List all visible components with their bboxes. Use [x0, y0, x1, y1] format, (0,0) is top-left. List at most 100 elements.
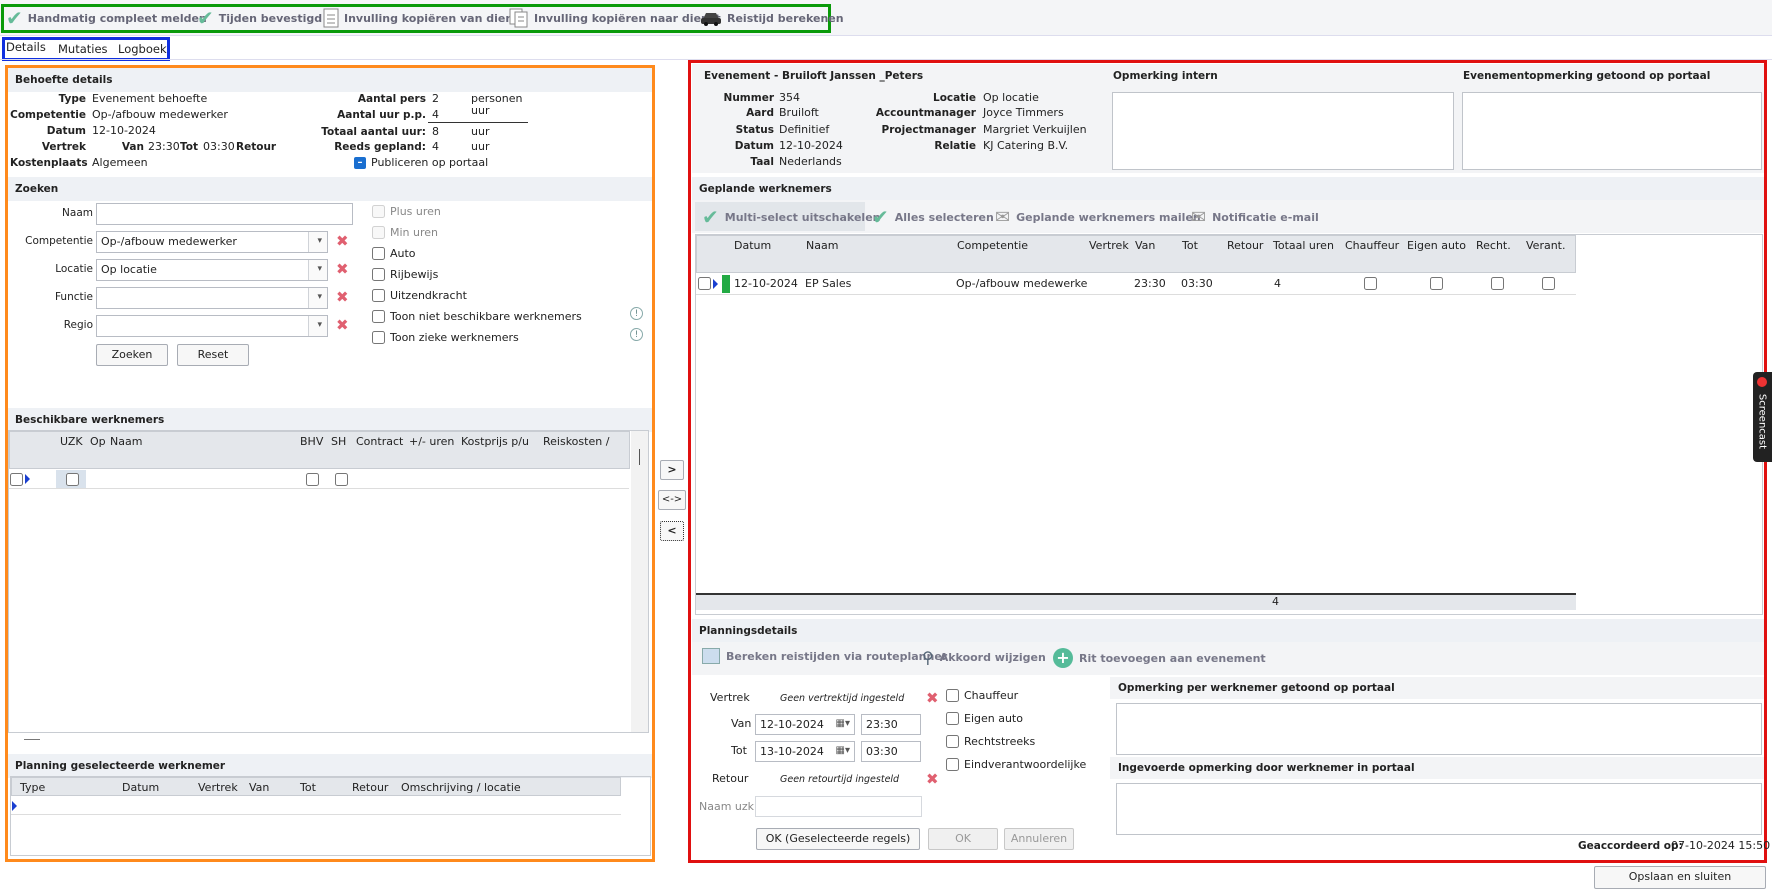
col-retour[interactable]: Retour [352, 781, 388, 794]
checkbox[interactable] [946, 758, 959, 771]
pd-eigen-auto-checkbox[interactable]: Eigen auto [946, 712, 1023, 725]
rijbewijs-checkbox[interactable]: Rijbewijs [372, 268, 438, 281]
scroll-thumb[interactable] [639, 449, 640, 465]
col-tot[interactable]: Tot [1182, 239, 1198, 252]
clear-regio-icon[interactable]: ✖ [336, 316, 349, 334]
save-close-button[interactable]: Opslaan en sluiten [1594, 866, 1766, 889]
copy-from-button[interactable]: Invulling kopiëren van dienst [323, 6, 525, 30]
col-kostprijs[interactable]: Kostprijs p/u [461, 435, 529, 448]
table-row[interactable]: 12-10-2024 EP Sales Op-/afbouw medewerke… [696, 273, 1576, 295]
locatie-select[interactable]: Op locatie ▾ [96, 259, 328, 281]
mail-planned-button[interactable]: ✉ Geplande werknemers mailen [995, 207, 1201, 228]
niet-beschikbaar-checkbox[interactable]: Toon niet beschikbare werknemers [372, 310, 582, 323]
tab-logboek[interactable]: Logboek [118, 42, 167, 56]
opm-per-werknemer-textarea[interactable] [1116, 703, 1762, 755]
col-datum[interactable]: Datum [122, 781, 159, 794]
col-type[interactable]: Type [20, 781, 45, 794]
routeplanner-button[interactable]: Bereken reistijden via routeplanner [702, 648, 947, 664]
checkbox[interactable] [946, 712, 959, 725]
reset-button[interactable]: Reset [177, 344, 249, 366]
checkbox[interactable] [372, 226, 385, 239]
publish-checkbox[interactable]: – Publiceren op portaal [354, 156, 488, 169]
pd-chauffeur-checkbox[interactable]: Chauffeur [946, 689, 1018, 702]
col-bhv[interactable]: BHV [300, 435, 323, 448]
ok-selected-button[interactable]: OK (Geselecteerde regels) [756, 828, 920, 850]
move-right-button[interactable]: > [660, 460, 684, 480]
col-eigen-auto[interactable]: Eigen auto [1407, 239, 1466, 252]
regio-select[interactable]: ▾ [96, 315, 328, 337]
col-uzk[interactable]: UZK [60, 435, 83, 448]
eigen-auto-checkbox[interactable] [1430, 277, 1443, 290]
screencast-side-tab[interactable]: Screencast [1753, 372, 1772, 462]
col-omschrijving[interactable]: Omschrijving / locatie [401, 781, 521, 794]
pd-rechtstreeks-checkbox[interactable]: Rechtstreeks [946, 735, 1035, 748]
rit-toevoegen-button[interactable]: + Rit toevoegen aan evenement [1053, 648, 1266, 668]
row-checkbox[interactable] [10, 473, 23, 486]
col-plusmin[interactable]: +/- uren [409, 435, 454, 448]
col-vertrek[interactable]: Vertrek [198, 781, 238, 794]
col-sh[interactable]: SH [331, 435, 346, 448]
clear-functie-icon[interactable]: ✖ [336, 288, 349, 306]
comp-select[interactable]: Op-/afbouw medewerker ▾ [96, 231, 328, 253]
calendar-icon[interactable]: ▦▾ [836, 718, 850, 729]
clear-locatie-icon[interactable]: ✖ [336, 260, 349, 278]
plus-uren-checkbox[interactable]: Plus uren [372, 205, 441, 218]
recht-checkbox[interactable] [1491, 277, 1504, 290]
uzk-checkbox[interactable] [66, 473, 79, 486]
zoeken-button[interactable]: Zoeken [96, 344, 168, 366]
col-van[interactable]: Van [249, 781, 269, 794]
checkbox[interactable] [372, 310, 385, 323]
calc-traveltime-button[interactable]: Reistijd berekenen [700, 6, 844, 30]
select-all-button[interactable]: ✔ Alles selecteren [872, 207, 994, 227]
akkoord-button[interactable]: ⚲ Akkoord wijzigen [922, 648, 1046, 667]
col-op[interactable]: Op [90, 435, 106, 448]
clear-comp-icon[interactable]: ✖ [336, 232, 349, 250]
col-chauffeur[interactable]: Chauffeur [1345, 239, 1399, 252]
checkbox[interactable] [372, 331, 385, 344]
col-tot[interactable]: Tot [300, 781, 316, 794]
info-icon[interactable]: ! [630, 307, 643, 320]
checkbox[interactable] [372, 247, 385, 260]
col-competentie[interactable]: Competentie [957, 239, 1028, 252]
notify-email-button[interactable]: ✉ Notificatie e-mail [1191, 207, 1319, 228]
col-naam[interactable]: Naam [110, 435, 142, 448]
col-naam[interactable]: Naam [806, 239, 838, 252]
min-uren-checkbox[interactable]: Min uren [372, 226, 438, 239]
checkbox[interactable] [372, 289, 385, 302]
col-reiskosten[interactable]: Reiskosten / [543, 435, 609, 448]
checkbox[interactable] [372, 268, 385, 281]
tab-mutaties[interactable]: Mutaties [58, 42, 108, 56]
checkbox[interactable] [372, 205, 385, 218]
col-totaal-uren[interactable]: Totaal uren [1273, 239, 1334, 252]
col-datum[interactable]: Datum [734, 239, 771, 252]
opm-ingevoerd-textarea[interactable] [1116, 783, 1762, 835]
sh-checkbox[interactable] [335, 473, 348, 486]
bhv-checkbox[interactable] [306, 473, 319, 486]
checkbox[interactable] [946, 689, 959, 702]
col-verant[interactable]: Verant. [1526, 239, 1565, 252]
tot-date-input[interactable]: 13-10-2024 ▦▾ [755, 741, 855, 762]
table-row[interactable] [11, 797, 621, 815]
col-contract[interactable]: Contract [356, 435, 403, 448]
functie-select[interactable]: ▾ [96, 287, 328, 309]
naam-input[interactable] [96, 203, 353, 225]
calendar-icon[interactable]: ▦▾ [836, 745, 850, 756]
auto-checkbox[interactable]: Auto [372, 247, 416, 260]
col-retour[interactable]: Retour [1227, 239, 1263, 252]
clear-retour-icon[interactable]: ✖ [926, 770, 939, 788]
van-date-input[interactable]: 12-10-2024 ▦▾ [755, 714, 855, 735]
row-checkbox[interactable] [698, 277, 711, 290]
times-confirmed-button[interactable]: ✔ Tijden bevestigd [197, 6, 322, 30]
col-recht[interactable]: Recht. [1476, 239, 1511, 252]
clear-vertrek-icon[interactable]: ✖ [926, 689, 939, 707]
swap-button[interactable]: <-> [658, 490, 686, 510]
multiselect-button[interactable]: ✔ Multi-select uitschakelen [702, 207, 880, 227]
checkbox[interactable] [946, 735, 959, 748]
opm-portaal-textarea[interactable] [1462, 92, 1762, 170]
tab-details[interactable]: Details [6, 40, 46, 54]
ok-button[interactable]: OK [928, 828, 998, 850]
col-vertrek[interactable]: Vertrek [1089, 239, 1129, 252]
verant-checkbox[interactable] [1542, 277, 1555, 290]
annuleren-button[interactable]: Annuleren [1004, 828, 1074, 850]
van-time-input[interactable]: 23:30 [861, 714, 921, 735]
